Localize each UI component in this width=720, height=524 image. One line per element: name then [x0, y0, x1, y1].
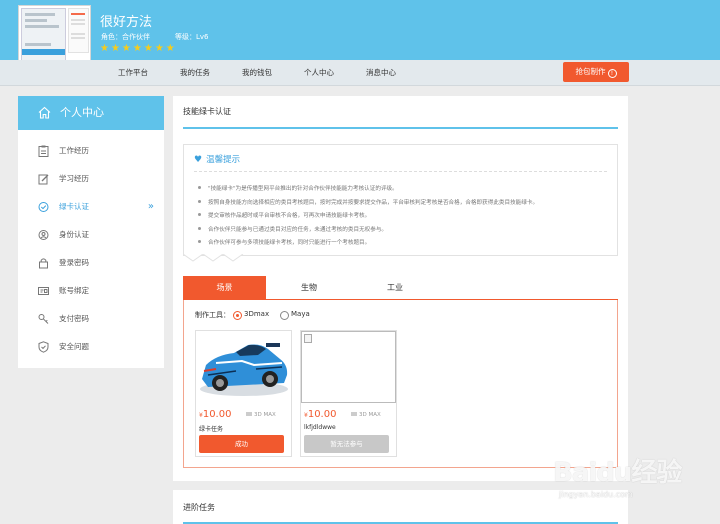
key-icon [38, 314, 49, 324]
shield-icon [38, 341, 49, 353]
nav-message-center[interactable]: 消息中心 [366, 60, 396, 86]
sidebar-item-login-password[interactable]: 登录密码 [18, 253, 164, 273]
task-name: 绿卡任务 [199, 426, 224, 433]
id-icon [38, 230, 49, 240]
tab-content: 制作工具： 3Dmax Maya ¥10.00 3D MAX 绿卡任务 成功 ¥… [183, 300, 618, 468]
task-software: 3D MAX [246, 412, 276, 418]
sidebar: 个人中心 工作经历 学习经历 绿卡认证 » 身份认证 登录密码 账号绑定 支付密… [18, 96, 164, 368]
task-name: lkfjdldwwe [304, 424, 336, 431]
clipboard-icon [38, 145, 49, 157]
heart-icon: ♥ [194, 155, 203, 165]
edit-icon [38, 174, 49, 185]
broken-image-icon [301, 331, 396, 403]
sidebar-item-payment-password[interactable]: 支付密码 [18, 309, 164, 329]
user-level: 等级：Lv6 [175, 33, 209, 41]
grab-package-label: 抢包制作 [575, 67, 606, 76]
zigzag-edge [183, 254, 244, 262]
main-panel: 技能绿卡认证 ♥ 温馨提示 "技能绿卡"为是传播型网平台推出的针对合作伙伴技能能力… [173, 96, 628, 481]
sidebar-item-label: 登录密码 [59, 258, 89, 267]
task-price: ¥10.00 [199, 409, 232, 420]
watermark-logo: Baidu经验 [553, 458, 682, 488]
task-card[interactable]: ¥10.00 3D MAX lkfjdldwwe 暂无法参与 [300, 330, 397, 457]
tips-title: 温馨提示 [206, 155, 241, 165]
sidebar-item-work-experience[interactable]: 工作经历 [18, 141, 164, 161]
rating-stars: ★★★★★★★ [100, 43, 177, 54]
radio-maya[interactable]: Maya [280, 310, 310, 320]
software-icon [246, 412, 252, 416]
sidebar-item-label: 学习经历 [59, 174, 89, 183]
list-item: 按照自身技能方向选择相应的类目考核题目，按时完成并按要求提交作品，平台审核判定考… [198, 197, 538, 211]
nav-workbench[interactable]: 工作平台 [118, 60, 148, 86]
user-role: 角色：合作伙伴 [101, 33, 150, 41]
sidebar-title: 个人中心 [60, 106, 104, 119]
card-icon [38, 287, 49, 295]
list-item: 提交审核作品超时或平台审核不合格，可再次申请技能绿卡考核。 [198, 210, 538, 224]
task-software: 3D MAX [351, 412, 381, 418]
baidu-watermark: Baidu经验 jingyan.baidu.com [553, 452, 703, 512]
sidebar-item-label: 支付密码 [59, 314, 89, 323]
tips-header: ♥ 温馨提示 [194, 153, 240, 165]
tips-box: ♥ 温馨提示 "技能绿卡"为是传播型网平台推出的针对合作伙伴技能能力考核认证的评级… [183, 144, 618, 262]
list-item: "技能绿卡"为是传播型网平台推出的针对合作伙伴技能能力考核认证的评级。 [198, 183, 538, 197]
section-title: 进阶任务 [183, 503, 215, 512]
home-icon [38, 106, 51, 119]
info-icon: ! [607, 69, 617, 78]
divider [194, 171, 607, 172]
nav-my-tasks[interactable]: 我的任务 [180, 60, 210, 86]
sidebar-item-label: 绿卡认证 [59, 202, 89, 211]
watermark-url: jingyan.baidu.com [559, 490, 633, 499]
check-circle-icon [38, 202, 49, 212]
race-car-image [196, 331, 291, 403]
tool-label: 制作工具： [195, 311, 230, 319]
list-item: 合作伙伴可参与多项技能绿卡考核，同时只能进行一个考核题目。 [198, 237, 538, 251]
lock-icon [39, 258, 48, 269]
task-card[interactable]: ¥10.00 3D MAX 绿卡任务 成功 [195, 330, 292, 457]
page-title: 技能绿卡认证 [183, 107, 231, 116]
sidebar-item-label: 账号绑定 [59, 286, 89, 295]
nav-personal-center[interactable]: 个人中心 [304, 60, 334, 86]
task-price: ¥10.00 [304, 409, 337, 420]
sidebar-item-label: 工作经历 [59, 146, 89, 155]
sidebar-item-green-card[interactable]: 绿卡认证 » [18, 197, 164, 217]
sidebar-header: 个人中心 [18, 96, 164, 130]
radio-3dmax[interactable]: 3Dmax [233, 310, 269, 320]
sidebar-item-label: 身份认证 [59, 230, 89, 239]
username: 很好方法 [100, 15, 153, 30]
success-button[interactable]: 成功 [199, 435, 284, 453]
tab-creature[interactable]: 生物 [279, 276, 339, 300]
title-underline [183, 127, 618, 129]
sidebar-item-security-question[interactable]: 安全问题 [18, 337, 164, 357]
sidebar-item-identity[interactable]: 身份认证 [18, 225, 164, 245]
tips-list: "技能绿卡"为是传播型网平台推出的针对合作伙伴技能能力考核认证的评级。 按照自身… [198, 183, 538, 251]
category-tabs: 场景 生物 工业 [183, 276, 618, 300]
chevron-right-icon: » [147, 201, 154, 212]
tab-scene[interactable]: 场景 [183, 276, 266, 300]
grab-package-button[interactable]: 抢包制作! [563, 62, 629, 82]
sidebar-item-account-binding[interactable]: 账号绑定 [18, 281, 164, 301]
sidebar-item-study-experience[interactable]: 学习经历 [18, 169, 164, 189]
unavailable-button: 暂无法参与 [304, 435, 389, 453]
tab-industry[interactable]: 工业 [365, 276, 425, 300]
sidebar-item-label: 安全问题 [59, 342, 89, 351]
software-icon [351, 412, 357, 416]
avatar-thumbnail-side [68, 8, 89, 53]
list-item: 合作伙伴只能参与已通过类目对应的任务，未通过考核的类目无权参与。 [198, 224, 538, 238]
nav-my-wallet[interactable]: 我的钱包 [242, 60, 272, 86]
